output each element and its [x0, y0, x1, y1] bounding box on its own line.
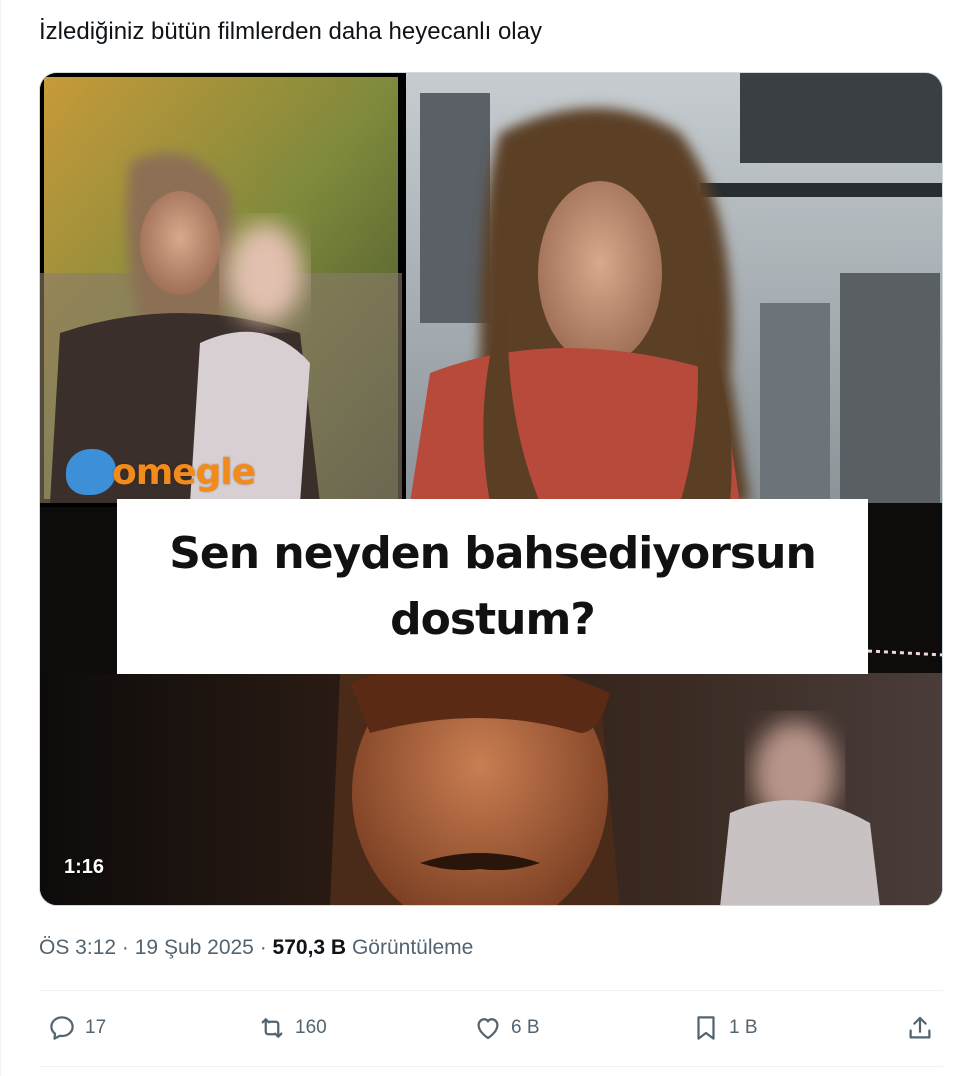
- bookmark-count: 1 B: [729, 1017, 758, 1038]
- tweet-meta: ÖS 3:12 · 19 Şub 2025 · 570,3 B Görüntül…: [39, 934, 473, 962]
- video-player[interactable]: omegle Sen neyden bahsediyorsun dostum? …: [39, 72, 943, 906]
- share-button[interactable]: [905, 1008, 935, 1048]
- tweet-text: İzlediğiniz bütün filmlerden daha heyeca…: [39, 18, 542, 45]
- omegle-watermark: omegle: [66, 447, 256, 497]
- repost-arrows-icon: [261, 1018, 283, 1038]
- divider: [39, 990, 943, 991]
- video-caption: Sen neyden bahsediyorsun dostum?: [117, 499, 868, 674]
- views-label: Görüntüleme: [351, 936, 474, 959]
- like-button[interactable]: 6 B: [473, 1008, 540, 1048]
- video-duration: 1:16: [64, 856, 105, 878]
- share-upload-icon: [909, 1016, 931, 1039]
- omegle-watermark-text: omegle: [112, 451, 256, 493]
- repost-button[interactable]: 160: [257, 1008, 327, 1048]
- meta-separator: ·: [259, 936, 267, 959]
- like-count: 6 B: [511, 1017, 540, 1038]
- repost-count: 160: [295, 1017, 327, 1038]
- bookmark-icon: [697, 1016, 715, 1040]
- heart-icon: [477, 1018, 499, 1040]
- bookmark-button[interactable]: 1 B: [691, 1008, 758, 1048]
- tweet-actions: 17 160 6 B 1 B: [39, 1008, 943, 1048]
- tweet-detail: İzlediğiniz bütün filmlerden daha heyeca…: [0, 0, 958, 1076]
- meta-separator: ·: [121, 936, 129, 959]
- tweet-date[interactable]: 19 Şub 2025: [135, 936, 254, 959]
- tweet-time[interactable]: ÖS 3:12: [39, 936, 116, 959]
- reply-count: 17: [85, 1017, 107, 1038]
- omegle-logo-icon: [66, 449, 116, 495]
- video-caption-text: Sen neyden bahsediyorsun dostum?: [169, 527, 817, 645]
- views-count: 570,3 B: [272, 936, 347, 959]
- speech-bubble-icon: [50, 1016, 74, 1040]
- divider: [39, 1066, 943, 1067]
- reply-button[interactable]: 17: [47, 1008, 106, 1048]
